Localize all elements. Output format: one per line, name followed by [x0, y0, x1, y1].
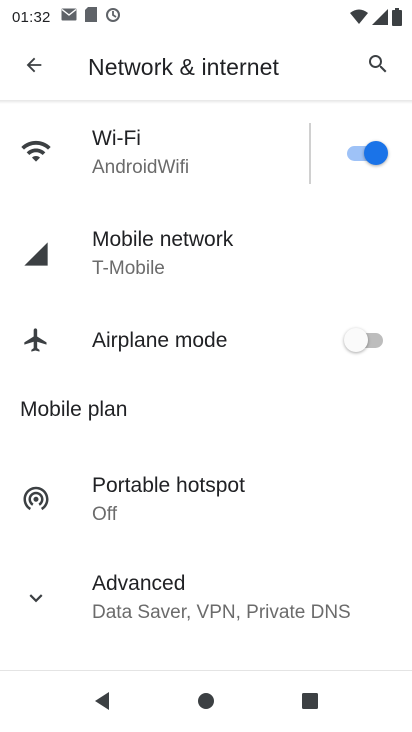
- arrow-back-icon: [23, 54, 45, 81]
- page-title: Network & internet: [88, 53, 279, 80]
- app-toolbar: Network & internet: [0, 34, 412, 100]
- airplane-toggle-thumb: [344, 328, 368, 352]
- nav-back-button[interactable]: [84, 685, 120, 721]
- airplane-icon: [20, 324, 52, 356]
- chevron-down-icon: [20, 582, 52, 614]
- system-navigation-bar: [0, 670, 412, 732]
- search-button[interactable]: [354, 42, 402, 90]
- airplane-mode-row[interactable]: Airplane mode: [0, 304, 412, 378]
- wifi-network-name: AndroidWifi: [92, 157, 190, 178]
- wifi-icon: [20, 135, 52, 167]
- advanced-row[interactable]: Advanced Data Saver, VPN, Private DNS: [0, 550, 412, 646]
- wifi-title: Wi-Fi: [92, 127, 141, 150]
- airplane-mode-toggle[interactable]: [344, 322, 388, 358]
- wifi-signal-icon: [350, 9, 368, 30]
- portable-hotspot-row[interactable]: Portable hotspot Off: [0, 454, 412, 544]
- mobile-plan-title: Mobile plan: [20, 398, 128, 421]
- wifi-setting-row[interactable]: Wi-Fi AndroidWifi: [0, 104, 412, 204]
- home-circle-icon: [196, 691, 216, 716]
- status-notification-icons: [61, 7, 121, 28]
- email-icon: [61, 8, 77, 26]
- wifi-toggle-thumb: [364, 141, 388, 165]
- search-icon: [366, 52, 390, 81]
- back-button[interactable]: [6, 39, 62, 95]
- status-bar: 01:32: [0, 0, 412, 34]
- airplane-mode-title: Airplane mode: [92, 329, 228, 352]
- wifi-divider: [309, 123, 311, 184]
- mobile-network-carrier: T-Mobile: [92, 258, 165, 279]
- sync-icon: [105, 7, 121, 28]
- mobile-network-row[interactable]: Mobile network T-Mobile: [0, 204, 412, 304]
- recents-square-icon: [301, 692, 319, 715]
- status-system-icons: [350, 8, 402, 31]
- advanced-summary: Data Saver, VPN, Private DNS: [92, 602, 351, 623]
- nav-home-button[interactable]: [188, 685, 224, 721]
- hotspot-icon: [20, 482, 52, 514]
- sd-card-icon: [84, 7, 97, 27]
- back-triangle-icon: [92, 691, 112, 716]
- cellular-icon: [20, 238, 52, 270]
- mobile-network-title: Mobile network: [92, 228, 234, 251]
- nav-recents-button[interactable]: [292, 685, 328, 721]
- wifi-toggle[interactable]: [344, 135, 388, 171]
- status-time: 01:32: [12, 8, 51, 26]
- cellular-signal-icon: [372, 9, 388, 30]
- advanced-title: Advanced: [92, 572, 186, 595]
- hotspot-status: Off: [92, 504, 117, 525]
- mobile-plan-row[interactable]: Mobile plan: [0, 378, 412, 448]
- hotspot-title: Portable hotspot: [92, 474, 245, 497]
- battery-icon: [392, 8, 402, 31]
